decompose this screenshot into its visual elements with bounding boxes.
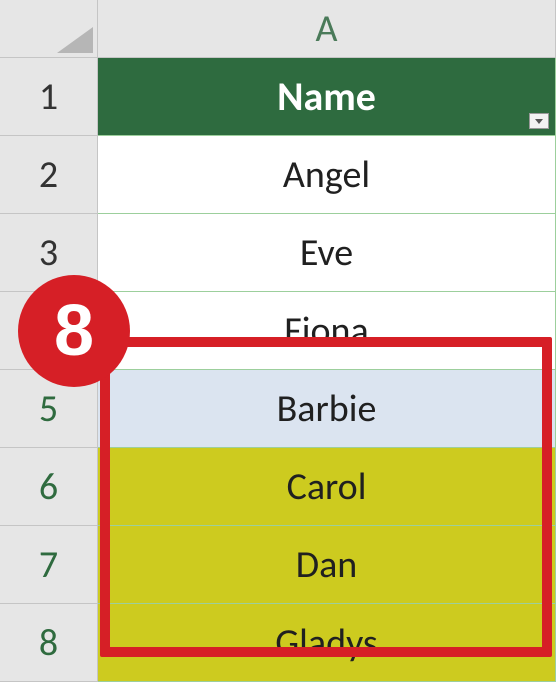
filter-dropdown-icon[interactable] (529, 113, 549, 129)
cell-a7[interactable]: Dan (98, 526, 556, 604)
cell-a6[interactable]: Carol (98, 448, 556, 526)
select-all-corner[interactable] (0, 0, 98, 58)
spreadsheet-grid: A 1 Name 2 Angel 3 Eve 4 Fiona 5 Barbie … (0, 0, 556, 682)
cell-a1-text: Name (277, 72, 376, 121)
cell-a8[interactable]: Gladys (98, 604, 556, 682)
cell-a5[interactable]: Barbie (98, 370, 556, 448)
row-header-1[interactable]: 1 (0, 58, 98, 136)
column-header-a[interactable]: A (98, 0, 556, 58)
row-header-3[interactable]: 3 (0, 214, 98, 292)
cell-a1[interactable]: Name (98, 58, 556, 136)
row-header-2[interactable]: 2 (0, 136, 98, 214)
row-header-4[interactable]: 4 (0, 292, 98, 370)
row-header-7[interactable]: 7 (0, 526, 98, 604)
cell-a3[interactable]: Eve (98, 214, 556, 292)
row-header-6[interactable]: 6 (0, 448, 98, 526)
row-header-8[interactable]: 8 (0, 604, 98, 682)
cell-a4[interactable]: Fiona (98, 292, 556, 370)
row-header-5[interactable]: 5 (0, 370, 98, 448)
cell-a2[interactable]: Angel (98, 136, 556, 214)
